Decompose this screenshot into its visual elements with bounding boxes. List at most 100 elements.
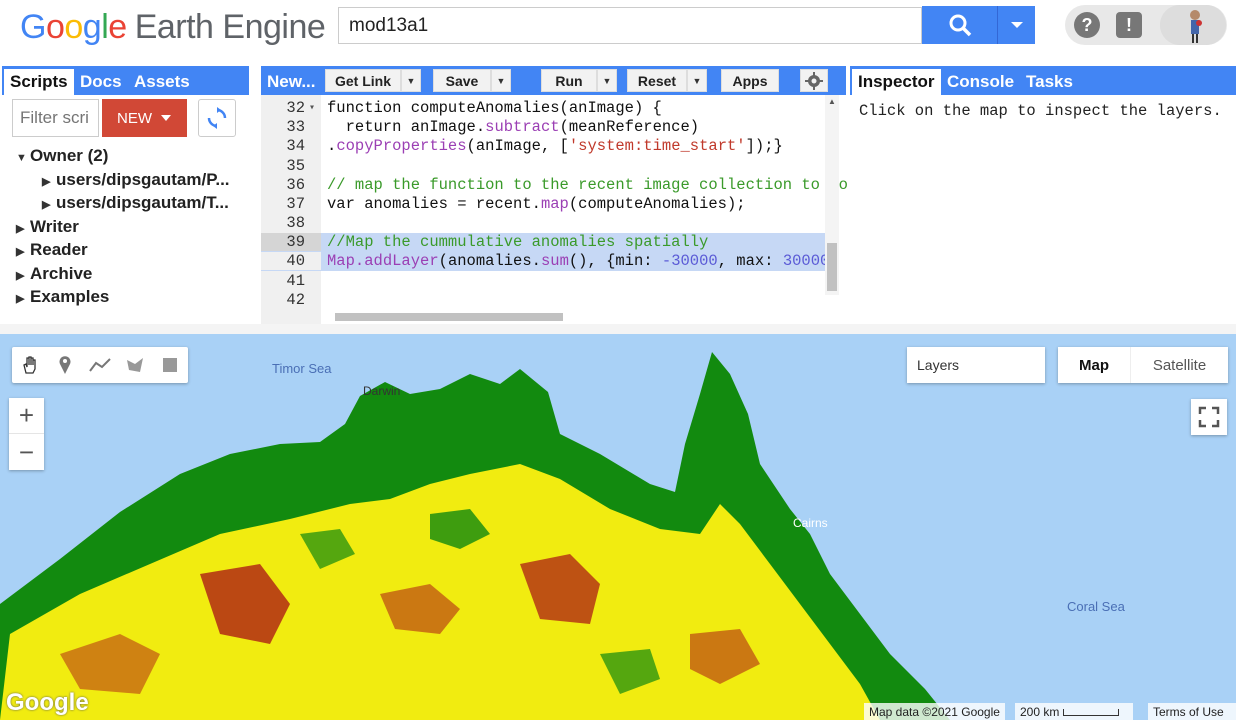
line-number: 41 [286, 272, 305, 290]
tree-item-archive[interactable]: ▶ Archive [16, 264, 230, 288]
pan-hand-icon[interactable] [12, 347, 47, 383]
scroll-up-icon[interactable]: ▲ [828, 97, 836, 106]
tab-docs[interactable]: Docs [74, 69, 128, 95]
code-line-selected: 39 //Map the cummulative anomalies spatia… [261, 233, 825, 253]
caret-right-icon: ▶ [16, 222, 25, 235]
map-type-toggle: Map Satellite [1058, 347, 1228, 383]
tree-item-examples[interactable]: ▶ Examples [16, 287, 230, 311]
tab-inspector[interactable]: Inspector [852, 69, 941, 95]
top-bar: GoogleEarth Engine ? ! [0, 0, 1236, 64]
tab-console[interactable]: Console [941, 69, 1020, 95]
scale-label: 200 km [1020, 705, 1060, 719]
map-label-timor-sea: Timor Sea [272, 361, 332, 376]
search-dropdown-button[interactable] [997, 6, 1035, 44]
terms-of-use-link[interactable]: Terms of Use [1148, 703, 1236, 720]
fold-icon[interactable]: ▾ [309, 102, 315, 114]
zoom-out-button[interactable]: − [9, 434, 44, 470]
search-button[interactable] [922, 6, 997, 44]
layers-button[interactable]: Layers [907, 347, 1045, 383]
caret-right-icon: ▶ [42, 199, 51, 211]
logo-text: Earth Engine [134, 8, 326, 46]
code-token: . [327, 137, 337, 155]
code-token: (anImage, [ [466, 137, 569, 155]
code-token: subtract [485, 118, 560, 136]
code-line: 32 ▾ function computeAnomalies(anImage) { [261, 99, 825, 118]
tree-item-label: Reader [30, 240, 88, 259]
tree-item-repo[interactable]: ▶ users/dipsgautam/P... [16, 170, 230, 194]
code-token: return anImage. [327, 118, 486, 136]
code-token: . [354, 252, 365, 270]
script-title[interactable]: New... [261, 69, 322, 95]
earth-engine-logo[interactable]: Google Earth Engine [20, 8, 326, 47]
marker-icon[interactable] [47, 347, 82, 383]
left-tab-bar: Scripts Docs Assets [2, 66, 249, 95]
logo-letter: o [45, 8, 65, 46]
rectangle-icon[interactable] [152, 347, 187, 383]
code-token: -30000 [661, 252, 718, 270]
tree-item-repo[interactable]: ▶ users/dipsgautam/T... [16, 193, 230, 217]
map-type-satellite-button[interactable]: Satellite [1130, 347, 1228, 383]
logo-letter: G [20, 8, 46, 46]
code-editor[interactable]: 32 ▾ function computeAnomalies(anImage) { … [261, 95, 848, 324]
settings-button[interactable] [800, 69, 828, 92]
tree-item-owner[interactable]: ▼ Owner (2) [16, 146, 230, 170]
reset-dropdown-icon[interactable]: ▼ [687, 69, 707, 92]
chevron-down-icon [161, 115, 171, 121]
filter-scripts-input[interactable] [12, 99, 99, 137]
line-number: 37 [286, 195, 305, 213]
code-token: var anomalies = recent. [327, 195, 541, 213]
code-text: return anImage.subtract(meanReference) [327, 118, 700, 136]
line-number: 34 [286, 137, 305, 155]
avatar[interactable] [1160, 5, 1226, 45]
script-tree: ▼ Owner (2) ▶ users/dipsgautam/P... ▶ users… [16, 146, 230, 311]
run-dropdown-icon[interactable]: ▼ [597, 69, 617, 92]
apps-button[interactable]: Apps [721, 69, 779, 92]
scripts-panel: Scripts Docs Assets NEW ▼Owner (2) ▶ user… [2, 66, 249, 324]
new-script-button[interactable]: NEW [102, 99, 187, 137]
feedback-icon[interactable]: ! [1116, 12, 1142, 38]
tree-item-writer[interactable]: ▶ Writer [16, 217, 230, 241]
tree-item-label: Archive [30, 263, 93, 283]
code-line: 35 [261, 157, 825, 176]
map-scale[interactable]: 200 km [1015, 703, 1133, 720]
tree-item-reader[interactable]: ▶ Reader [16, 240, 230, 264]
scrollbar-thumb[interactable] [827, 243, 837, 291]
line-number: 42 [286, 291, 305, 309]
chevron-down-icon [1010, 22, 1023, 28]
horizontal-scrollbar[interactable] [323, 311, 823, 323]
tab-scripts[interactable]: Scripts [4, 69, 74, 95]
save-button[interactable]: Save [433, 69, 491, 92]
refresh-button[interactable] [198, 99, 236, 137]
map-canvas[interactable]: Timor Sea Darwin Cairns Coral Sea [0, 334, 1236, 720]
save-dropdown-icon[interactable]: ▼ [491, 69, 511, 92]
get-link-dropdown-icon[interactable]: ▼ [401, 69, 421, 92]
right-tab-bar: Inspector Console Tasks [850, 66, 1236, 95]
help-icon[interactable]: ? [1074, 12, 1100, 38]
panel-resize-handle[interactable] [0, 324, 1236, 334]
run-button[interactable]: Run [541, 69, 597, 92]
fullscreen-icon [1198, 406, 1220, 428]
line-icon[interactable] [82, 347, 117, 383]
scrollbar-thumb[interactable] [335, 313, 563, 321]
logo-letter: g [82, 8, 102, 46]
get-link-button[interactable]: Get Link [325, 69, 401, 92]
google-logo[interactable]: Google [6, 689, 89, 717]
fullscreen-button[interactable] [1191, 399, 1227, 435]
code-line: 42 [261, 291, 825, 310]
code-text: //Map the cummulative anomalies spatiall… [327, 233, 709, 251]
tab-assets[interactable]: Assets [128, 69, 196, 95]
map-attribution[interactable]: Map data ©2021 Google [864, 703, 1005, 720]
search-input[interactable] [338, 7, 922, 44]
zoom-in-button[interactable]: + [9, 398, 44, 434]
vertical-scrollbar[interactable]: ▲ [825, 95, 839, 295]
polygon-icon[interactable] [117, 347, 152, 383]
caret-down-icon: ▼ [16, 152, 27, 164]
logo-letter: o [64, 8, 83, 46]
reset-button[interactable]: Reset [627, 69, 687, 92]
code-toolbar: New... Get Link ▼ Save ▼ Run ▼ Reset ▼ A… [261, 66, 846, 95]
map-type-map-button[interactable]: Map [1058, 347, 1130, 383]
tab-tasks[interactable]: Tasks [1020, 69, 1079, 95]
map-label-coral-sea: Coral Sea [1067, 599, 1125, 614]
code-token: 30000 [782, 252, 830, 270]
tree-item-label: Examples [30, 287, 110, 306]
